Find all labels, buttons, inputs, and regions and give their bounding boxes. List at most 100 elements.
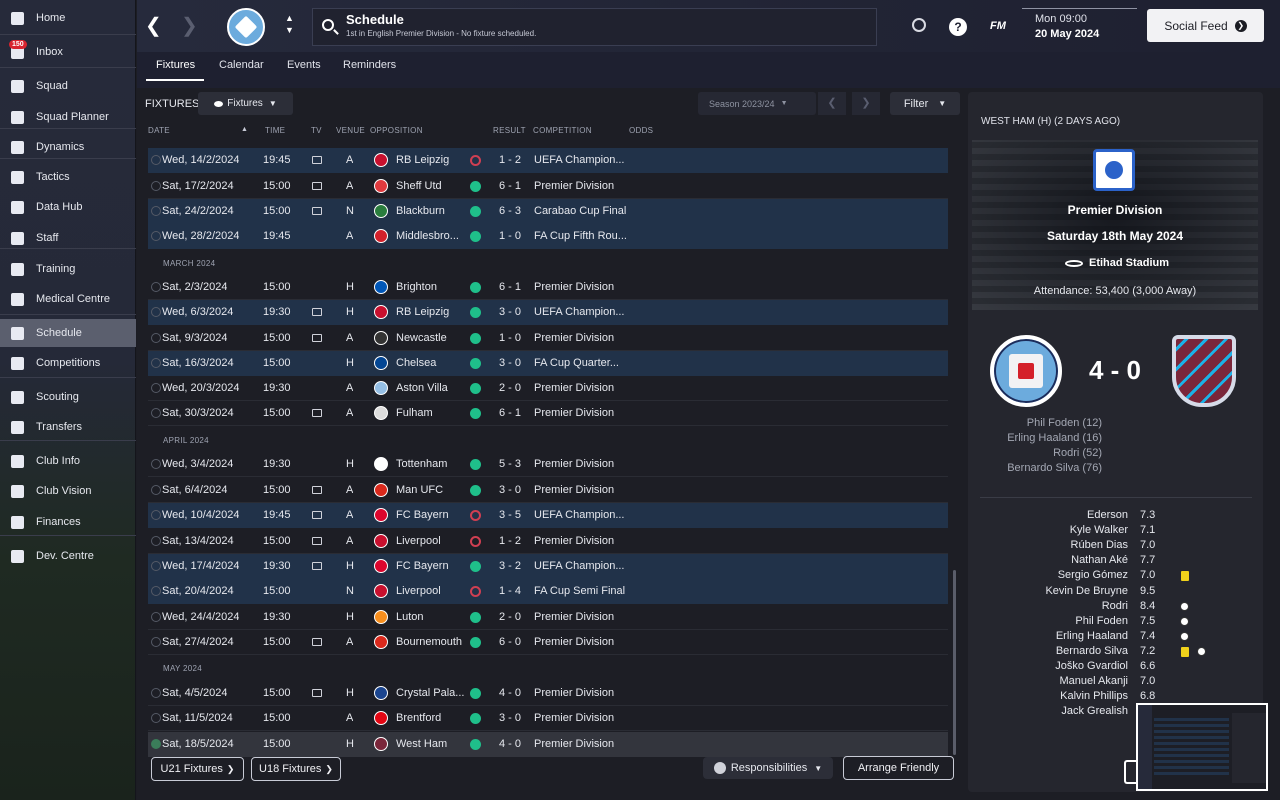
sidebar-item-squad[interactable]: Squad bbox=[0, 72, 136, 100]
sidebar-item-finances[interactable]: Finances bbox=[0, 508, 136, 536]
tab-fixtures[interactable]: Fixtures bbox=[156, 59, 195, 71]
forward-button[interactable]: ❯ bbox=[181, 14, 201, 38]
col-odds[interactable]: ODDS bbox=[629, 126, 653, 135]
player-name[interactable]: Phil Foden bbox=[980, 615, 1128, 627]
player-name[interactable]: Nathan Aké bbox=[980, 554, 1128, 566]
responsibilities-button[interactable]: Responsibilities ▼ bbox=[703, 757, 833, 779]
col-opposition[interactable]: OPPOSITION bbox=[370, 126, 423, 135]
player-name[interactable]: Rúben Dias bbox=[980, 539, 1128, 551]
fixture-row[interactable]: Wed, 24/4/2024 19:30 H Luton 2 - 0 Premier Di… bbox=[148, 605, 948, 630]
status-check-icon bbox=[151, 713, 161, 723]
player-name[interactable]: Sergio Gómez bbox=[980, 569, 1128, 581]
arrange-friendly-button[interactable]: Arrange Friendly bbox=[843, 756, 954, 780]
fixture-date: Sat, 24/2/2024 bbox=[162, 205, 234, 217]
away-crest[interactable] bbox=[1172, 335, 1236, 407]
u21-fixtures-button[interactable]: U21 Fixtures ❯ bbox=[151, 757, 244, 781]
match-score: 4 - 0 bbox=[1088, 355, 1142, 385]
scrollbar[interactable] bbox=[953, 570, 956, 755]
fixture-row[interactable]: Sat, 24/2/2024 15:00 N Blackburn 6 - 3 Caraba… bbox=[148, 199, 948, 224]
player-name[interactable]: Erling Haaland bbox=[980, 630, 1128, 642]
sidebar-item-inbox[interactable]: 150 Inbox bbox=[0, 38, 136, 66]
fixture-row[interactable]: Sat, 30/3/2024 15:00 A Fulham 6 - 1 Premier D… bbox=[148, 401, 948, 426]
season-selector[interactable]: Season 2023/24 ▼ bbox=[698, 92, 816, 115]
fixture-row[interactable]: Sat, 16/3/2024 15:00 H Chelsea 3 - 0 FA Cup Q… bbox=[148, 351, 948, 376]
sidebar-item-scouting[interactable]: Scouting bbox=[0, 383, 136, 411]
fixture-row[interactable]: Wed, 20/3/2024 19:30 A Aston Villa 2 - 0 Prem… bbox=[148, 376, 948, 401]
col-tv[interactable]: TV bbox=[311, 126, 322, 135]
u18-fixtures-button[interactable]: U18 Fixtures ❯ bbox=[251, 757, 341, 781]
home-crest[interactable] bbox=[990, 335, 1062, 407]
player-name[interactable]: Kalvin Phillips bbox=[980, 690, 1128, 702]
player-name[interactable]: Kyle Walker bbox=[980, 524, 1128, 536]
sidebar-item-club-vision[interactable]: Club Vision bbox=[0, 477, 136, 505]
player-name[interactable]: Joško Gvardiol bbox=[980, 660, 1128, 672]
sidebar-item-dynamics[interactable]: Dynamics bbox=[0, 133, 136, 161]
player-name[interactable]: Kevin De Bruyne bbox=[980, 585, 1128, 597]
tab-reminders[interactable]: Reminders bbox=[343, 59, 396, 71]
sidebar-item-data-hub[interactable]: Data Hub bbox=[0, 193, 136, 221]
season-next-button[interactable]: ❯ bbox=[852, 92, 880, 115]
sidebar-item-training[interactable]: Training bbox=[0, 255, 136, 283]
fixture-date: Wed, 14/2/2024 bbox=[162, 154, 240, 166]
fixture-row[interactable]: Sat, 2/3/2024 15:00 H Brighton 6 - 1 Premier … bbox=[148, 275, 948, 300]
fixture-row[interactable]: Wed, 17/4/2024 19:30 H FC Bayern 3 - 2 UEFA C… bbox=[148, 554, 948, 579]
player-name[interactable]: Rodri bbox=[980, 600, 1128, 612]
player-rating: 8.4 bbox=[1140, 600, 1156, 612]
player-name[interactable]: Manuel Akanji bbox=[980, 675, 1129, 687]
fixture-row[interactable]: Sat, 13/4/2024 15:00 A Liverpool 1 - 2 Premie… bbox=[148, 529, 948, 554]
fixture-row[interactable]: Sat, 4/5/2024 15:00 H Crystal Pala... 4 - 0 P… bbox=[148, 681, 948, 706]
screen-thumbnail[interactable] bbox=[1136, 703, 1268, 791]
fixture-competition: Premier Division bbox=[534, 687, 615, 699]
col-date[interactable]: DATE bbox=[148, 126, 170, 135]
col-venue[interactable]: VENUE bbox=[336, 126, 365, 135]
player-name[interactable]: Bernardo Silva bbox=[980, 645, 1128, 657]
sidebar-item-staff[interactable]: Staff bbox=[0, 224, 136, 252]
col-result[interactable]: RESULT bbox=[493, 126, 526, 135]
fixture-row[interactable]: Wed, 14/2/2024 19:45 A RB Leipzig 1 - 2 UEFA … bbox=[148, 148, 948, 173]
fixture-row[interactable]: Wed, 6/3/2024 19:30 H RB Leipzig 3 - 0 UEFA C… bbox=[148, 300, 948, 325]
season-prev-button[interactable]: ❮ bbox=[818, 92, 846, 115]
fixture-row[interactable]: Sat, 20/4/2024 15:00 N Liverpool 1 - 4 FA Cup… bbox=[148, 579, 948, 604]
match-header[interactable]: WEST HAM (H) (2 DAYS AGO) bbox=[981, 116, 1120, 127]
fixture-row[interactable]: Wed, 3/4/2024 19:30 H Tottenham 5 - 3 Premier… bbox=[148, 452, 948, 477]
sidebar-item-transfers[interactable]: Transfers bbox=[0, 413, 136, 441]
player-name[interactable]: Ederson bbox=[980, 509, 1128, 521]
yellow-card-icon bbox=[1181, 571, 1189, 581]
tab-calendar[interactable]: Calendar bbox=[219, 59, 264, 71]
fm-logo[interactable]: FM bbox=[990, 20, 1006, 32]
sidebar-item-home[interactable]: Home bbox=[0, 4, 136, 32]
fixture-row[interactable]: Sat, 18/5/2024 15:00 H West Ham 4 - 0 Premier… bbox=[148, 732, 948, 757]
col-competition[interactable]: COMPETITION bbox=[533, 126, 592, 135]
fixture-row[interactable]: Sat, 6/4/2024 15:00 A Man UFC 3 - 0 Premier D… bbox=[148, 478, 948, 503]
sidebar-item-medical-centre[interactable]: Medical Centre bbox=[0, 285, 136, 313]
win-indicator bbox=[470, 713, 481, 724]
fixtures-dropdown[interactable]: Fixtures ▼ bbox=[198, 92, 293, 115]
sidebar-item-schedule[interactable]: Schedule bbox=[0, 319, 136, 347]
money-icon bbox=[9, 514, 25, 530]
club-crest[interactable] bbox=[227, 8, 265, 46]
filter-button[interactable]: Filter ▼ bbox=[890, 92, 960, 115]
tab-events[interactable]: Events bbox=[287, 59, 321, 71]
sidebar-item-squad-planner[interactable]: Squad Planner bbox=[0, 103, 136, 131]
fixture-row[interactable]: Sat, 9/3/2024 15:00 A Newcastle 1 - 0 Premier… bbox=[148, 326, 948, 351]
sidebar-divider bbox=[0, 377, 136, 378]
player-name[interactable]: Jack Grealish bbox=[980, 705, 1128, 717]
social-feed-button[interactable]: Social Feed ❯ bbox=[1147, 9, 1264, 42]
back-button[interactable]: ❮ bbox=[145, 14, 165, 38]
search-box[interactable]: Schedule 1st in English Premier Division… bbox=[312, 8, 877, 46]
fixture-row[interactable]: Sat, 11/5/2024 15:00 A Brentford 3 - 0 Premie… bbox=[148, 706, 948, 731]
fixture-row[interactable]: Sat, 17/2/2024 15:00 A Sheff Utd 6 - 1 Premie… bbox=[148, 174, 948, 199]
col-time[interactable]: TIME bbox=[265, 126, 285, 135]
sidebar-item-dev-centre[interactable]: Dev. Centre bbox=[0, 542, 136, 570]
fixture-row[interactable]: Wed, 28/2/2024 19:45 A Middlesbro... 1 - 0 FA… bbox=[148, 224, 948, 249]
sidebar-item-competitions[interactable]: Competitions bbox=[0, 349, 136, 377]
fixture-row[interactable]: Sat, 27/4/2024 15:00 A Bournemouth 6 - 0 Prem… bbox=[148, 630, 948, 655]
club-switch-arrows[interactable]: ▲ ▼ bbox=[285, 12, 294, 36]
fixture-date: Wed, 24/4/2024 bbox=[162, 611, 240, 623]
fixture-row[interactable]: Wed, 10/4/2024 19:45 A FC Bayern 3 - 5 UEFA C… bbox=[148, 503, 948, 528]
help-icon[interactable]: ? bbox=[949, 18, 967, 36]
sidebar-item-club-info[interactable]: Club Info bbox=[0, 447, 136, 475]
sidebar-item-tactics[interactable]: Tactics bbox=[0, 163, 136, 191]
date-time[interactable]: Mon 09:00 20 May 2024 bbox=[1022, 8, 1137, 44]
trophy-icon[interactable] bbox=[912, 18, 926, 32]
